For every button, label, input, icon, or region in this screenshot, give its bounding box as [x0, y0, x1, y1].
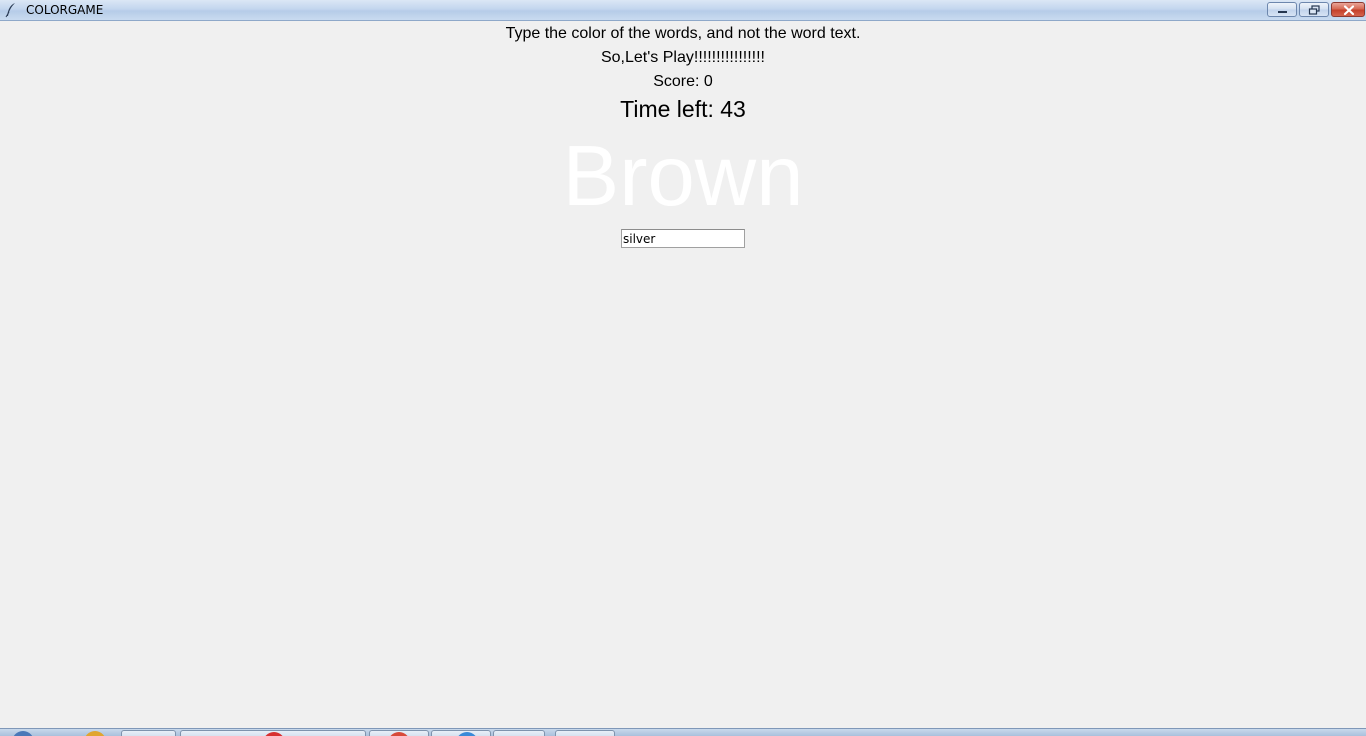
taskbar-app-icon[interactable]	[84, 731, 106, 736]
minimize-button[interactable]	[1267, 2, 1297, 17]
minimize-icon	[1278, 11, 1287, 13]
subtitle-label: So,Let's Play!!!!!!!!!!!!!!!!	[600, 49, 765, 66]
start-orb-icon[interactable]	[12, 731, 34, 736]
close-icon	[1343, 5, 1355, 16]
color-word-label: Brown	[562, 129, 804, 224]
taskbar	[0, 728, 1366, 736]
time-left-label: Time left: 43	[620, 96, 746, 122]
restore-button[interactable]	[1299, 2, 1329, 17]
taskbar-button[interactable]	[121, 730, 176, 736]
app-window: COLORGAME Type the color of the words, a…	[0, 0, 1366, 736]
close-button[interactable]	[1331, 2, 1365, 17]
title-bar[interactable]: COLORGAME	[0, 0, 1366, 21]
score-label: Score: 0	[653, 73, 713, 90]
restore-icon	[1308, 5, 1320, 15]
taskbar-button[interactable]	[555, 730, 615, 736]
window-title: COLORGAME	[26, 3, 104, 17]
taskbar-button[interactable]	[493, 730, 545, 736]
instructions-label: Type the color of the words, and not the…	[505, 25, 861, 42]
game-area: Type the color of the words, and not the…	[0, 22, 1366, 728]
feather-icon	[4, 2, 18, 18]
answer-input[interactable]	[621, 229, 745, 248]
